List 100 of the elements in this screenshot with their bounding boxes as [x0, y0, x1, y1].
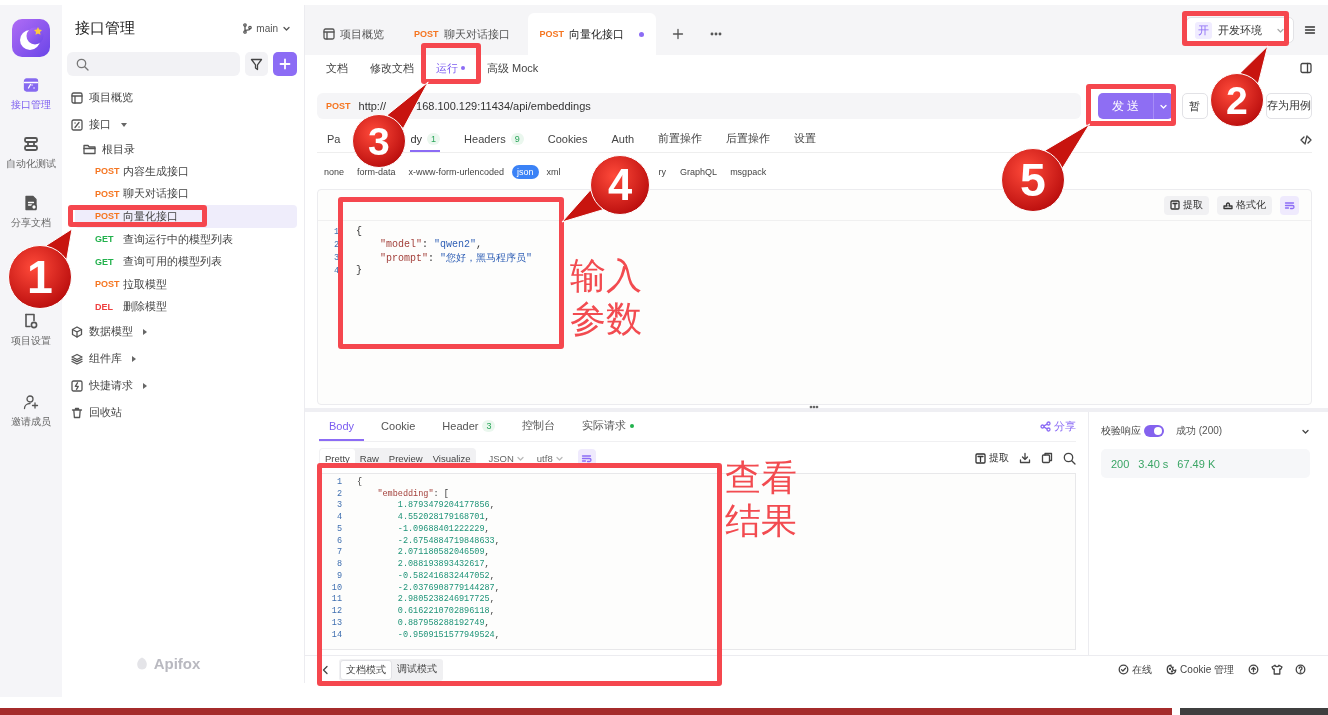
- format-button[interactable]: 格式化: [1217, 195, 1272, 215]
- check-circle-icon: [1118, 664, 1130, 675]
- body-type-option[interactable]: msgpack: [725, 165, 772, 179]
- branch-selector[interactable]: main: [242, 21, 291, 36]
- mode-tab[interactable]: 文档模式: [340, 659, 392, 680]
- endpoint-item[interactable]: DEL 删除模型: [75, 295, 297, 319]
- tab[interactable]: 设置: [794, 127, 817, 152]
- endpoint-item[interactable]: POST 内容生成接口: [75, 160, 297, 183]
- tab[interactable]: 项目概览: [311, 13, 396, 55]
- save-as-case-button[interactable]: 存为用例: [1266, 93, 1312, 119]
- code-line: "embedding": [: [376, 488, 449, 499]
- tab[interactable]: dy 1: [410, 127, 441, 152]
- extract-button[interactable]: 提取: [1164, 195, 1209, 215]
- endpoint-item[interactable]: GET 查询可用的模型列表: [75, 250, 297, 273]
- tab[interactable]: POST 向量化接口: [527, 13, 657, 55]
- tab[interactable]: Cookies: [547, 127, 588, 152]
- tree-item[interactable]: 项目概览: [67, 84, 297, 111]
- search-icon: [1063, 451, 1076, 465]
- add-button[interactable]: [273, 52, 297, 76]
- body-type-option[interactable]: xml: [541, 165, 566, 179]
- stash-button[interactable]: 暂: [1182, 93, 1209, 119]
- tab[interactable]: 文档: [326, 57, 359, 79]
- cookie-icon: [1166, 664, 1178, 675]
- tab[interactable]: 高级 Mock: [476, 57, 550, 79]
- line-number: 9: [335, 570, 342, 581]
- view-tab[interactable]: Raw: [354, 449, 384, 467]
- format-dropdown[interactable]: utf8: [536, 452, 564, 464]
- folder-item[interactable]: 根目录: [67, 138, 297, 160]
- nav-item[interactable]: 接口管理: [0, 71, 62, 130]
- wrap-icon: [581, 452, 593, 464]
- cookie-manager-link[interactable]: Cookie 管理: [1166, 662, 1234, 677]
- callout-badge: 1: [7, 244, 73, 310]
- view-tab[interactable]: Preview: [383, 449, 428, 467]
- line-number: 11: [330, 594, 342, 605]
- tab[interactable]: Cookie: [371, 412, 426, 441]
- code-line: -1.09688401222229,: [396, 523, 490, 534]
- line-number: 4: [332, 265, 339, 276]
- mode-tab[interactable]: 调试模式: [392, 659, 442, 680]
- tab[interactable]: Header 3: [432, 412, 506, 441]
- code-line: 2.9805238246917725,: [396, 594, 495, 605]
- tab[interactable]: 前置操作: [658, 127, 703, 152]
- send-button[interactable]: 发 送: [1098, 93, 1174, 119]
- tab[interactable]: 运行: [425, 57, 476, 79]
- layers-icon: [71, 352, 83, 365]
- tree-item[interactable]: 接口: [67, 111, 297, 138]
- arrow-up-circle-icon: [1248, 664, 1259, 675]
- tab[interactable]: Auth: [611, 127, 635, 152]
- folder-icon: [83, 143, 96, 155]
- panel-title: 接口管理: [75, 19, 135, 38]
- tab[interactable]: Body: [319, 412, 365, 441]
- endpoint-item[interactable]: POST 聊天对话接口: [75, 182, 297, 206]
- trash-icon: [71, 406, 83, 419]
- tree-item[interactable]: 回收站: [67, 399, 297, 427]
- nav-item[interactable]: 邀请成员: [0, 388, 62, 447]
- tab[interactable]: 控制台: [512, 412, 566, 441]
- line-number: 4: [335, 512, 342, 523]
- extract-button[interactable]: 提取: [975, 451, 1009, 465]
- tab[interactable]: Pa: [327, 127, 341, 152]
- format-dropdown[interactable]: JSON: [488, 452, 525, 464]
- chevron-down-icon: [282, 24, 291, 33]
- tab[interactable]: 修改文档: [359, 57, 425, 79]
- toggle-switch[interactable]: [1144, 425, 1164, 437]
- annotation-text: 查看结果: [725, 456, 798, 542]
- filter-icon: [250, 57, 263, 71]
- line-number: 7: [335, 547, 342, 558]
- body-type-option[interactable]: ry: [658, 165, 672, 179]
- code-line: -2.6754884719848633,: [396, 535, 500, 546]
- tab[interactable]: Headers 9: [464, 127, 524, 152]
- body-type-option[interactable]: none: [319, 165, 350, 179]
- tree-item[interactable]: 快捷请求: [67, 372, 297, 400]
- search-icon: [76, 57, 89, 71]
- endpoint-item[interactable]: POST 拉取模型: [75, 272, 297, 296]
- online-status[interactable]: 在线: [1118, 662, 1153, 677]
- code-line: -0.582416832447052,: [396, 570, 495, 581]
- nav-item[interactable]: 自动化测试: [0, 130, 62, 189]
- tab[interactable]: 后置操作: [726, 127, 771, 152]
- nav-item[interactable]: 项目设置: [0, 313, 62, 366]
- endpoint-item[interactable]: GET 查询运行中的模型列表: [75, 227, 297, 251]
- line-number: 2: [335, 488, 342, 499]
- search-field[interactable]: [67, 52, 240, 76]
- code-line: 4.552028179168701,: [396, 512, 490, 523]
- wrap-button[interactable]: [1280, 195, 1299, 215]
- lightning-doc-icon: [71, 379, 83, 392]
- line-number: 3: [335, 500, 342, 511]
- new-tab-icon: [672, 28, 685, 40]
- brand-logo: Apifox: [133, 655, 201, 672]
- body-type-option[interactable]: json: [512, 165, 539, 179]
- code-line: -2.0376908779144287,: [396, 582, 500, 593]
- tree-item[interactable]: 数据模型: [67, 318, 297, 346]
- url-field[interactable]: POST http:// 168.100.129:11434/api/embeddings: [317, 93, 1081, 119]
- tree-item[interactable]: 组件库: [67, 345, 297, 373]
- body-type-option[interactable]: GraphQL: [675, 165, 723, 179]
- line-number: 12: [330, 606, 342, 617]
- share-link[interactable]: 分享: [1040, 419, 1076, 434]
- code-line: 2.088193893432617,: [396, 559, 490, 570]
- tab[interactable]: 实际请求: [572, 412, 645, 441]
- filter-button[interactable]: [245, 52, 268, 76]
- view-tab[interactable]: Visualize: [427, 449, 476, 467]
- line-number: 8: [335, 559, 342, 570]
- tab[interactable]: POST 聊天对话接口: [402, 13, 522, 55]
